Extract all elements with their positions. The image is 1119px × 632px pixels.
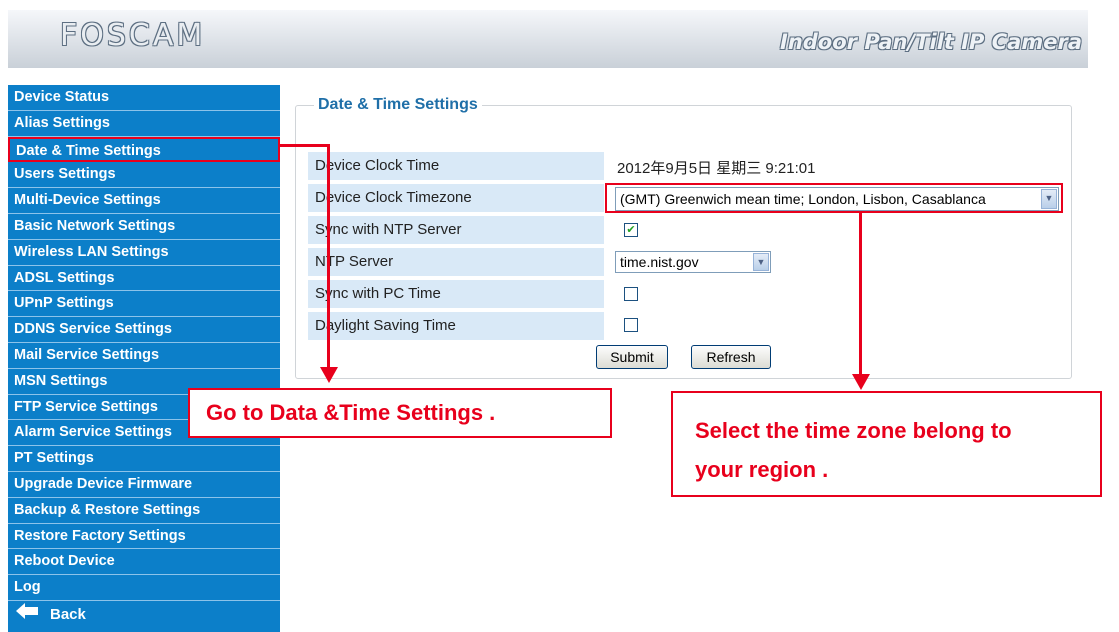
clock-time-value: 2012年9月5日 星期三 9:21:01 (617, 160, 816, 177)
sidebar-item-upnp-settings[interactable]: UPnP Settings (8, 291, 280, 318)
submit-button[interactable]: Submit (596, 345, 668, 369)
sidebar-item-mail-service-settings[interactable]: Mail Service Settings (8, 343, 280, 369)
pc-sync-label: Sync with PC Time (308, 280, 604, 308)
sidebar-item-backup-restore-settings[interactable]: Backup & Restore Settings (8, 498, 280, 524)
callout-left-text: Go to Data &Time Settings . (206, 400, 496, 425)
sidebar-item-date-time-settings[interactable]: Date & Time Settings (8, 136, 280, 163)
timezone-selected-value: (GMT) Greenwich mean time; London, Lisbo… (620, 191, 986, 207)
back-button[interactable]: Back (8, 601, 280, 629)
sidebar-item-multi-device-settings[interactable]: Multi-Device Settings (8, 188, 280, 214)
arrow-head-left (320, 367, 338, 383)
sidebar-item-ddns-service-settings[interactable]: DDNS Service Settings (8, 317, 280, 343)
chevron-down-icon[interactable]: ▼ (1041, 189, 1057, 209)
arrow-connector-line (280, 144, 328, 147)
header-banner: FOSCAM Indoor Pan/Tilt IP Camera (8, 10, 1088, 68)
ntp-sync-checkbox[interactable]: ✔ (624, 223, 638, 237)
clock-time-label: Device Clock Time (308, 152, 604, 180)
sidebar-item-users-settings[interactable]: Users Settings (8, 162, 280, 189)
chevron-down-icon[interactable]: ▼ (753, 253, 769, 271)
timezone-label: Device Clock Timezone (308, 184, 604, 212)
arrow-shaft-right (859, 213, 862, 376)
ntp-sync-label: Sync with NTP Server (308, 216, 604, 244)
sidebar-item-reboot-device[interactable]: Reboot Device (8, 549, 280, 576)
callout-go-to-settings: Go to Data &Time Settings . (188, 388, 612, 438)
arrow-head-right (852, 374, 870, 390)
product-title: Indoor Pan/Tilt IP Camera (780, 30, 1082, 54)
ntp-server-label: NTP Server (308, 248, 604, 276)
back-label: Back (50, 605, 86, 623)
sidebar-nav: Device Status Alias Settings Date & Time… (8, 85, 280, 632)
sidebar-item-restore-factory-settings[interactable]: Restore Factory Settings (8, 524, 280, 550)
callout-right-line2: your region . (695, 457, 829, 482)
callout-select-timezone: Select the time zone belong to your regi… (671, 391, 1102, 497)
sidebar-item-log[interactable]: Log (8, 575, 280, 601)
settings-legend: Date & Time Settings (314, 96, 482, 114)
arrow-shaft-left (327, 144, 330, 368)
sidebar-item-alias-settings[interactable]: Alias Settings (8, 111, 280, 137)
pc-sync-checkbox[interactable] (624, 287, 638, 301)
foscam-logo: FOSCAM (60, 18, 206, 53)
sidebar-item-device-status[interactable]: Device Status (8, 85, 280, 111)
refresh-button[interactable]: Refresh (691, 345, 771, 369)
sidebar-item-basic-network-settings[interactable]: Basic Network Settings (8, 214, 280, 240)
back-arrow-icon (16, 601, 38, 629)
timezone-select[interactable]: (GMT) Greenwich mean time; London, Lisbo… (615, 187, 1059, 211)
ntp-server-select[interactable]: time.nist.gov ▼ (615, 251, 771, 273)
dst-checkbox[interactable] (624, 318, 638, 332)
sidebar-item-upgrade-device-firmware[interactable]: Upgrade Device Firmware (8, 472, 280, 498)
sidebar-item-pt-settings[interactable]: PT Settings (8, 446, 280, 472)
sidebar-item-wireless-lan-settings[interactable]: Wireless LAN Settings (8, 240, 280, 266)
ntp-server-selected-value: time.nist.gov (620, 254, 699, 270)
sidebar-item-adsl-settings[interactable]: ADSL Settings (8, 266, 280, 292)
callout-right-line1: Select the time zone belong to (695, 418, 1012, 443)
dst-label: Daylight Saving Time (308, 312, 604, 340)
